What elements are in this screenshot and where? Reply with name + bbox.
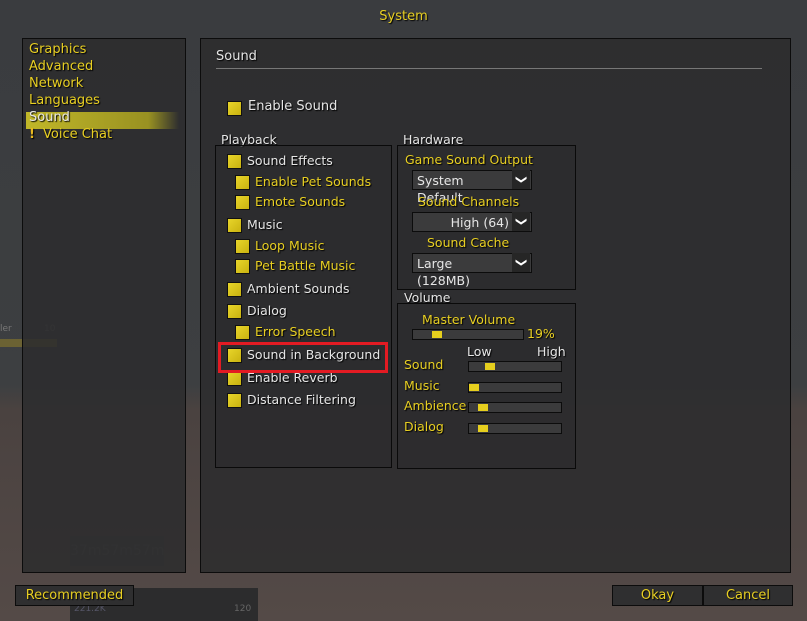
checkbox-enable-reverb[interactable] bbox=[227, 371, 242, 386]
chevron-down-icon[interactable]: ❮ bbox=[512, 253, 530, 273]
master-volume-slider[interactable] bbox=[412, 329, 524, 340]
chevron-down-icon[interactable]: ❮ bbox=[512, 170, 530, 190]
sidebar-item-network[interactable]: Network bbox=[29, 76, 179, 93]
option-label: Music bbox=[247, 217, 283, 232]
option-label: Distance Filtering bbox=[247, 392, 356, 407]
volume-label-sound: Sound bbox=[404, 357, 444, 372]
checkbox-ambient-sounds[interactable] bbox=[227, 282, 242, 297]
checkbox-distance-filtering[interactable] bbox=[227, 393, 242, 408]
enable-sound-checkbox[interactable] bbox=[227, 101, 242, 116]
option-label: Sound Effects bbox=[247, 153, 333, 168]
chevron-down-icon[interactable]: ❮ bbox=[512, 212, 530, 232]
option-label: Error Speech bbox=[255, 324, 336, 339]
sidebar-item-label: Advanced bbox=[29, 59, 94, 74]
master-volume-label: Master Volume bbox=[422, 312, 516, 327]
slider-thumb[interactable] bbox=[478, 404, 489, 411]
sidebar-item-label: Network bbox=[29, 76, 84, 91]
master-volume-value: 19% bbox=[527, 326, 555, 341]
checkbox-sound-effects[interactable] bbox=[227, 154, 242, 169]
checkbox-emote-sounds[interactable] bbox=[235, 195, 250, 210]
low-label: Low bbox=[467, 344, 492, 359]
option-label: Dialog bbox=[247, 303, 287, 318]
checkbox-loop-music[interactable] bbox=[235, 239, 250, 254]
sound-cache-dropdown[interactable]: Large (128MB) ❮ bbox=[412, 253, 532, 288]
sidebar-item-label: Sound bbox=[29, 110, 70, 125]
slider-thumb[interactable] bbox=[485, 363, 496, 370]
exclamation-icon: ! bbox=[29, 127, 35, 142]
sound-volume-slider[interactable] bbox=[468, 361, 562, 372]
volume-label-dialog: Dialog bbox=[404, 418, 444, 434]
sidebar-item-label: Languages bbox=[29, 93, 100, 108]
high-label: High bbox=[537, 344, 566, 359]
checkbox-enable-pet-sounds[interactable] bbox=[235, 175, 250, 190]
sidebar-item-label: Voice Chat bbox=[43, 127, 113, 142]
volume-label-ambience: Ambience bbox=[404, 398, 467, 413]
recommended-button[interactable]: Recommended bbox=[15, 585, 134, 606]
option-label: Emote Sounds bbox=[255, 194, 346, 209]
checkbox-dialog[interactable] bbox=[227, 304, 242, 319]
checkbox-pet-battle-music[interactable] bbox=[235, 259, 250, 274]
okay-button[interactable]: Okay bbox=[612, 585, 703, 606]
game-sound-output-label: Game Sound Output bbox=[405, 152, 533, 167]
sidebar-item-label: Graphics bbox=[29, 42, 87, 57]
hud-stat-right: 120 bbox=[234, 604, 252, 614]
option-label: Pet Battle Music bbox=[255, 258, 356, 273]
ambience-volume-slider[interactable] bbox=[468, 402, 562, 413]
option-label: Enable Pet Sounds bbox=[255, 174, 372, 189]
slider-thumb[interactable] bbox=[432, 331, 442, 338]
highlight-box bbox=[218, 342, 388, 373]
title-divider bbox=[216, 68, 762, 69]
sidebar-item-languages[interactable]: Languages bbox=[29, 93, 179, 110]
checkbox-error-speech[interactable] bbox=[235, 325, 250, 340]
sound-channels-label: Sound Channels bbox=[418, 194, 520, 209]
sidebar-item-advanced[interactable]: Advanced bbox=[29, 59, 179, 76]
sidebar-item-voice-chat[interactable]: ! Voice Chat bbox=[29, 127, 179, 144]
option-label: Loop Music bbox=[255, 238, 325, 253]
sidebar-item-sound[interactable]: Sound bbox=[29, 110, 179, 127]
music-volume-slider[interactable] bbox=[468, 381, 562, 393]
page-title: Sound bbox=[216, 49, 257, 64]
slider-thumb[interactable] bbox=[478, 424, 489, 432]
slider-thumb[interactable] bbox=[469, 383, 479, 391]
option-label: Ambient Sounds bbox=[247, 281, 350, 296]
sound-cache-label: Sound Cache bbox=[427, 235, 510, 250]
cancel-button[interactable]: Cancel bbox=[703, 585, 793, 606]
volume-label-music: Music bbox=[404, 377, 440, 393]
enable-sound-label: Enable Sound bbox=[248, 99, 338, 114]
checkbox-music[interactable] bbox=[227, 218, 242, 233]
sound-channels-dropdown[interactable]: High (64) ❮ bbox=[412, 212, 532, 232]
game-sound-output-dropdown[interactable]: System Default ❮ bbox=[412, 170, 532, 205]
dropdown-value: Large (128MB) bbox=[417, 256, 470, 288]
dialog-volume-slider[interactable] bbox=[468, 422, 562, 434]
dropdown-value: High (64) bbox=[450, 215, 509, 230]
window-title: System bbox=[379, 9, 428, 24]
hud-bar-label: ler bbox=[0, 324, 12, 334]
sidebar-item-graphics[interactable]: Graphics bbox=[29, 42, 179, 59]
